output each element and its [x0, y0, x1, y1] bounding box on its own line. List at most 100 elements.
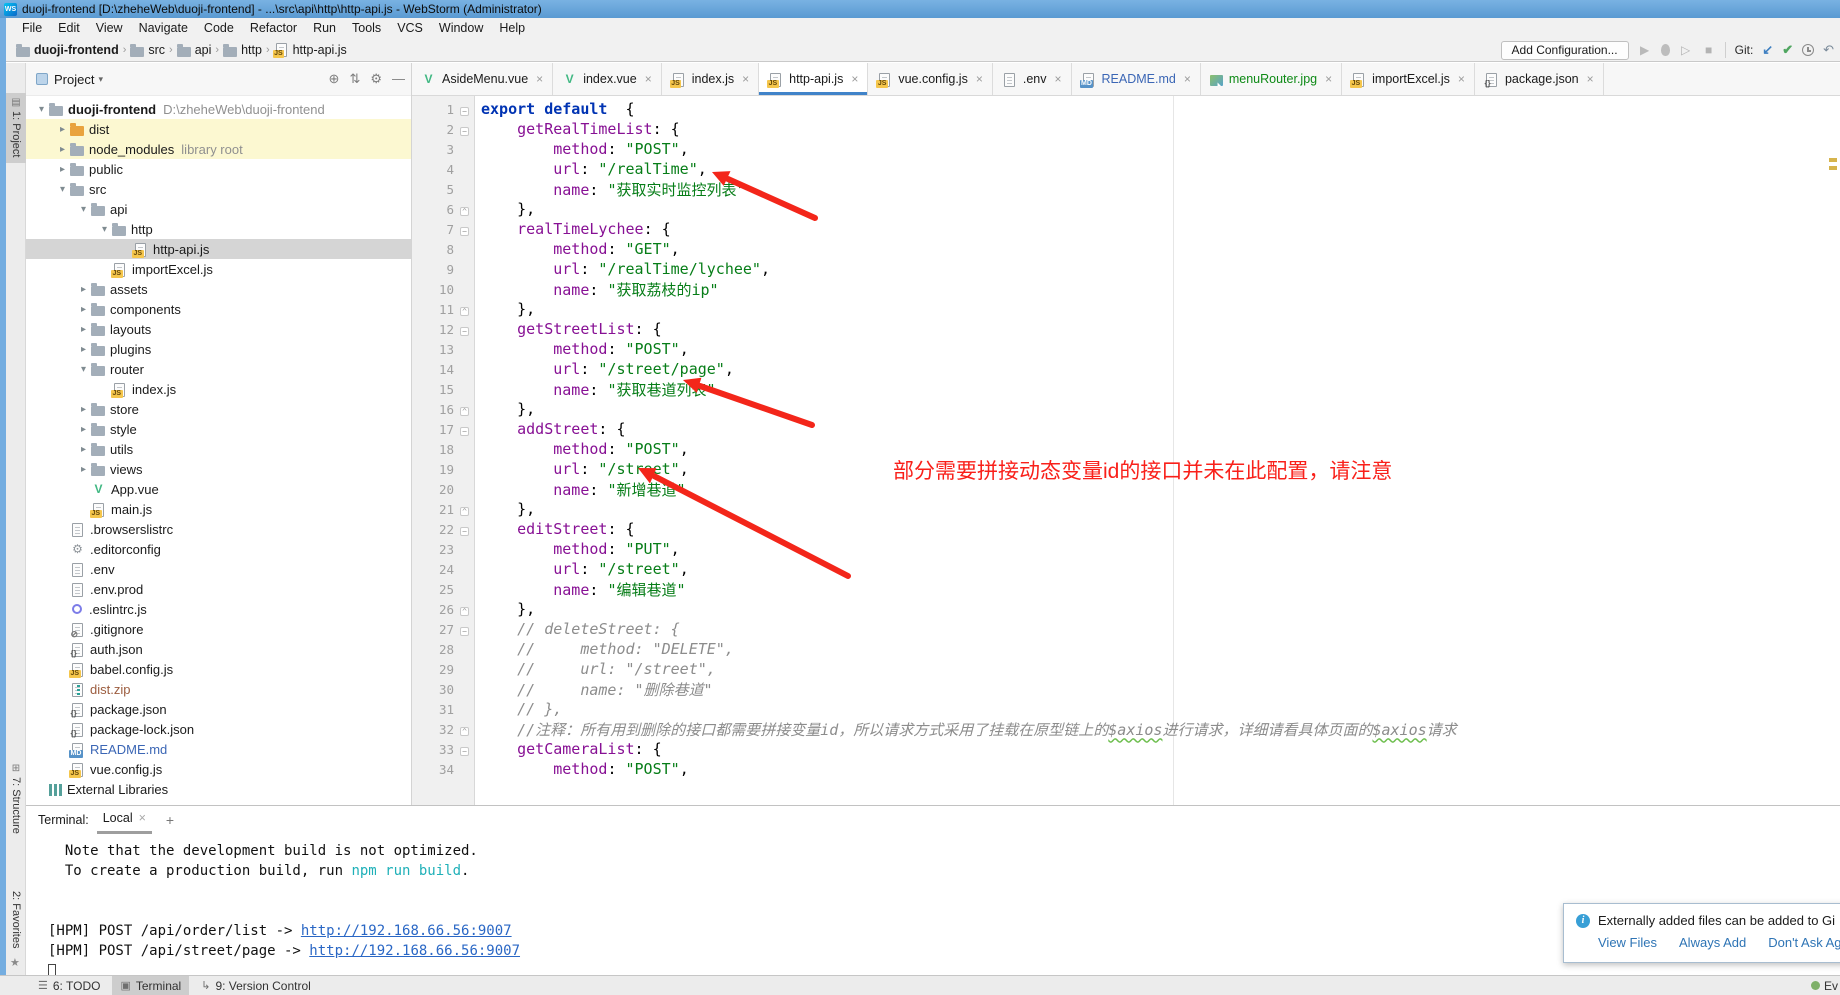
menu-help[interactable]: Help: [491, 21, 533, 35]
tree-item-main.js[interactable]: JSmain.js: [26, 499, 411, 519]
tree-item-package.json[interactable]: {}package.json: [26, 699, 411, 719]
breadcrumb-item-http[interactable]: http: [223, 43, 262, 57]
tab-.env[interactable]: .env×: [993, 63, 1072, 95]
tree-item-.browserslistrc[interactable]: .browserslistrc: [26, 519, 411, 539]
tree-item-router[interactable]: ▾router: [26, 359, 411, 379]
tree-chevron-icon[interactable]: ▾: [34, 104, 49, 115]
fold-marker-icon[interactable]: −: [454, 120, 475, 138]
tree-item-style[interactable]: ▸style: [26, 419, 411, 439]
tree-chevron-icon[interactable]: ▸: [76, 304, 91, 315]
tab-index.js[interactable]: JSindex.js×: [662, 63, 759, 95]
tree-item-External Libraries[interactable]: External Libraries: [26, 779, 411, 799]
tree-item-plugins[interactable]: ▸plugins: [26, 339, 411, 359]
tree-chevron-icon[interactable]: ▸: [55, 124, 70, 135]
close-tab-icon[interactable]: ×: [1458, 72, 1465, 86]
fold-marker-icon[interactable]: −: [454, 420, 475, 438]
terminal-link[interactable]: http://192.168.66.56:9007: [301, 923, 512, 939]
tree-item-.eslintrc.js[interactable]: .eslintrc.js: [26, 599, 411, 619]
menu-window[interactable]: Window: [431, 21, 491, 35]
inspection-mark[interactable]: [1829, 166, 1837, 170]
fold-marker-icon[interactable]: −: [454, 740, 475, 758]
breadcrumb-item-src[interactable]: src: [130, 43, 165, 57]
git-update-icon[interactable]: ↙: [1762, 42, 1773, 58]
tab-index.vue[interactable]: Vindex.vue×: [553, 63, 662, 95]
fold-marker-icon[interactable]: ^: [454, 300, 475, 318]
fold-marker-icon[interactable]: ^: [454, 500, 475, 518]
git-rollback-icon[interactable]: ↶: [1823, 42, 1834, 58]
tree-item-store[interactable]: ▸store: [26, 399, 411, 419]
tab-package.json[interactable]: {}package.json×: [1475, 63, 1604, 95]
tab-menuRouter.jpg[interactable]: menuRouter.jpg×: [1201, 63, 1342, 95]
statusbar-9-version-control[interactable]: ↳9: Version Control: [193, 976, 319, 995]
tree-item-layouts[interactable]: ▸layouts: [26, 319, 411, 339]
tab-http-api.js[interactable]: JShttp-api.js×: [759, 63, 868, 95]
tree-chevron-icon[interactable]: ▸: [76, 404, 91, 415]
statusbar-terminal[interactable]: ▣Terminal: [112, 976, 189, 995]
run-with-coverage-icon[interactable]: ▷: [1679, 43, 1693, 57]
tree-chevron-icon[interactable]: ▸: [76, 464, 91, 475]
close-tab-icon[interactable]: ×: [645, 72, 652, 86]
tree-item-README.md[interactable]: MDREADME.md: [26, 739, 411, 759]
tree-chevron-icon[interactable]: ▸: [55, 144, 70, 155]
debug-icon[interactable]: [1661, 44, 1670, 56]
tree-item-node_modules[interactable]: ▸node_moduleslibrary root: [26, 139, 411, 159]
tree-item-.editorconfig[interactable]: ⚙.editorconfig: [26, 539, 411, 559]
event-log-icon[interactable]: [1811, 981, 1820, 990]
terminal-link[interactable]: http://192.168.66.56:9007: [309, 943, 520, 959]
close-tab-icon[interactable]: ×: [742, 72, 749, 86]
collapse-all-icon[interactable]: ⇅: [349, 71, 360, 87]
tree-chevron-icon[interactable]: ▸: [76, 324, 91, 335]
close-tab-icon[interactable]: ×: [1325, 72, 1332, 86]
tree-chevron-icon[interactable]: ▾: [76, 364, 91, 375]
notification-action-view-files[interactable]: View Files: [1598, 935, 1657, 950]
fold-marker-icon[interactable]: ^: [454, 720, 475, 738]
fold-marker-icon[interactable]: ^: [454, 600, 475, 618]
tree-chevron-icon[interactable]: ▸: [76, 284, 91, 295]
tree-item-.env.prod[interactable]: .env.prod: [26, 579, 411, 599]
stop-icon[interactable]: ■: [1702, 43, 1716, 57]
breadcrumb-item-api[interactable]: api: [177, 43, 212, 57]
tree-item-auth.json[interactable]: {}auth.json: [26, 639, 411, 659]
tab-README.md[interactable]: MDREADME.md×: [1072, 63, 1201, 95]
tree-item-.env[interactable]: .env: [26, 559, 411, 579]
tree-item-package-lock.json[interactable]: {}package-lock.json: [26, 719, 411, 739]
fold-marker-icon[interactable]: −: [454, 100, 475, 118]
tree-item-dist[interactable]: ▸dist: [26, 119, 411, 139]
tree-item-assets[interactable]: ▸assets: [26, 279, 411, 299]
close-tab-icon[interactable]: ×: [1587, 72, 1594, 86]
stripe-button-project[interactable]: ▤ 1: Project: [6, 93, 26, 163]
notification-action-don-t-ask-agai[interactable]: Don't Ask Agai: [1768, 935, 1840, 950]
tree-chevron-icon[interactable]: ▾: [97, 224, 112, 235]
git-commit-icon[interactable]: ✔: [1782, 42, 1793, 58]
tree-item-api[interactable]: ▾api: [26, 199, 411, 219]
code-area[interactable]: 1−export default {2− getRealTimeList: {3…: [412, 96, 1840, 805]
hide-panel-icon[interactable]: —: [392, 71, 405, 87]
run-icon[interactable]: ▶: [1638, 43, 1652, 57]
tree-item-babel.config.js[interactable]: JSbabel.config.js: [26, 659, 411, 679]
tree-chevron-icon[interactable]: ▸: [76, 424, 91, 435]
statusbar-6-todo[interactable]: ☰6: TODO: [30, 976, 108, 995]
notification-action-always-add[interactable]: Always Add: [1679, 935, 1746, 950]
menu-code[interactable]: Code: [196, 21, 242, 35]
close-tab-icon[interactable]: ×: [976, 72, 983, 86]
tree-item-vue.config.js[interactable]: JSvue.config.js: [26, 759, 411, 779]
fold-marker-icon[interactable]: ^: [454, 200, 475, 218]
terminal-tab-local[interactable]: Local ×: [97, 806, 152, 834]
menu-refactor[interactable]: Refactor: [242, 21, 305, 35]
close-tab-icon[interactable]: ×: [851, 72, 858, 86]
tree-item-src[interactable]: ▾src: [26, 179, 411, 199]
tab-AsideMenu.vue[interactable]: VAsideMenu.vue×: [412, 63, 553, 95]
git-history-icon[interactable]: [1802, 44, 1814, 56]
tree-chevron-icon[interactable]: ▸: [76, 444, 91, 455]
breadcrumb-item-duoji-frontend[interactable]: duoji-frontend: [16, 43, 119, 57]
tree-item-App.vue[interactable]: VApp.vue: [26, 479, 411, 499]
tree-item-index.js[interactable]: JSindex.js: [26, 379, 411, 399]
fold-marker-icon[interactable]: −: [454, 320, 475, 338]
menu-vcs[interactable]: VCS: [389, 21, 431, 35]
breadcrumb-item-http-api.js[interactable]: JShttp-api.js: [274, 42, 347, 57]
stripe-button-structure[interactable]: ⊞ 7: Structure: [6, 763, 26, 834]
panel-settings-icon[interactable]: ⚙: [370, 71, 382, 87]
tree-item-duoji-frontend[interactable]: ▾duoji-frontendD:\zheheWeb\duoji-fronten…: [26, 99, 411, 119]
tree-chevron-icon[interactable]: ▾: [76, 204, 91, 215]
tree-item-public[interactable]: ▸public: [26, 159, 411, 179]
